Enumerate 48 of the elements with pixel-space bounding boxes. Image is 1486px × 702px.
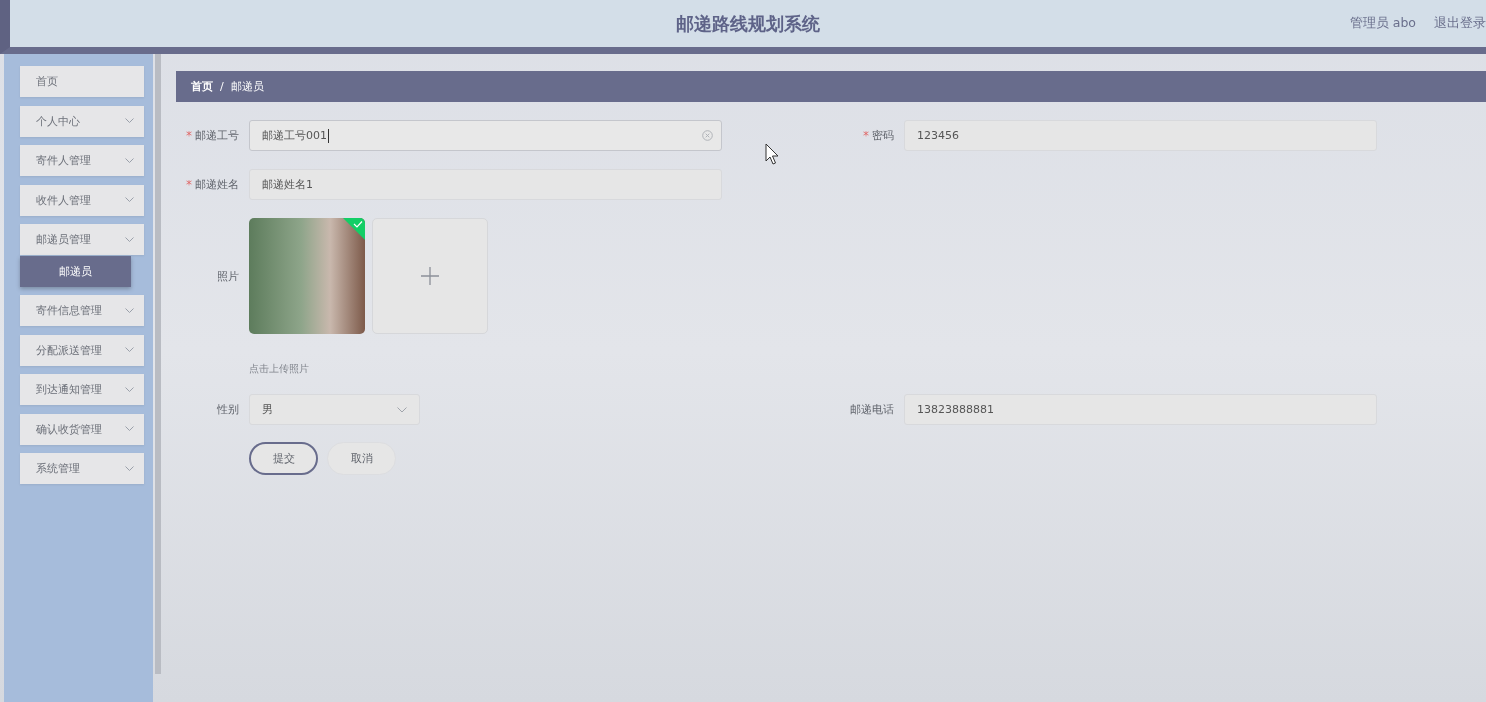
menu-item[interactable]: 寄件信息管理 <box>20 295 145 326</box>
menu-item[interactable]: 个人中心 <box>20 105 145 137</box>
chevron-down-icon <box>125 426 135 432</box>
breadcrumb-item[interactable]: 邮递员 <box>230 79 264 94</box>
success-check-icon <box>343 218 365 240</box>
text-field[interactable]: 123456 <box>904 120 1377 151</box>
scrollbar[interactable] <box>155 54 161 674</box>
chevron-down-icon <box>125 386 135 393</box>
field-label: 照片 <box>217 268 239 284</box>
menu-item[interactable]: 分配派送管理 <box>20 334 145 366</box>
menu-item[interactable]: 确认收货管理 <box>20 413 145 445</box>
menu-item[interactable]: 系统管理 <box>20 453 145 484</box>
menu-item[interactable]: 邮递员管理 <box>20 224 145 255</box>
upload-button[interactable] <box>372 218 488 334</box>
user-name: 管理员 abo <box>1349 15 1416 32</box>
field-label: 邮递工号 <box>186 128 239 143</box>
chevron-down-icon <box>125 307 135 314</box>
menu-item[interactable]: 收件人管理 <box>20 184 145 216</box>
breadcrumb-separator: / <box>220 80 224 93</box>
menu-item[interactable]: 寄件人管理 <box>20 145 145 176</box>
select-field[interactable]: 男 <box>249 394 420 425</box>
chevron-down-icon <box>125 347 135 353</box>
app-title: 邮递路线规划系统 <box>676 11 820 36</box>
chevron-down-icon <box>125 118 135 124</box>
cancel-button[interactable]: 取消 <box>327 442 396 475</box>
breadcrumb-item[interactable]: 首页 <box>191 79 213 94</box>
menu-item[interactable]: 到达通知管理 <box>20 374 145 405</box>
field-label: 密码 <box>863 128 894 143</box>
mouse-pointer-icon <box>765 143 781 165</box>
plus-icon <box>421 267 439 285</box>
submenu-item[interactable]: 邮递员 <box>20 255 132 287</box>
chevron-down-icon <box>397 406 407 413</box>
text-field[interactable]: 邮递工号001 <box>249 120 722 151</box>
text-field[interactable]: 邮递姓名1 <box>249 169 722 200</box>
submit-button[interactable]: 提交 <box>249 442 318 475</box>
upload-hint: 点击上传照片 <box>249 362 310 376</box>
text-cursor <box>328 128 329 143</box>
menu-item[interactable]: 首页 <box>20 66 145 97</box>
field-label: 邮递电话 <box>850 402 894 417</box>
field-label: 邮递姓名 <box>186 177 239 192</box>
chevron-down-icon <box>125 236 135 243</box>
logout-link[interactable]: 退出登录 <box>1434 15 1486 32</box>
chevron-down-icon <box>125 465 135 472</box>
chevron-down-icon <box>125 197 135 203</box>
text-field[interactable]: 13823888881 <box>904 394 1377 425</box>
clear-icon[interactable] <box>702 130 713 141</box>
field-label: 性别 <box>217 402 239 417</box>
chevron-down-icon <box>125 157 135 164</box>
